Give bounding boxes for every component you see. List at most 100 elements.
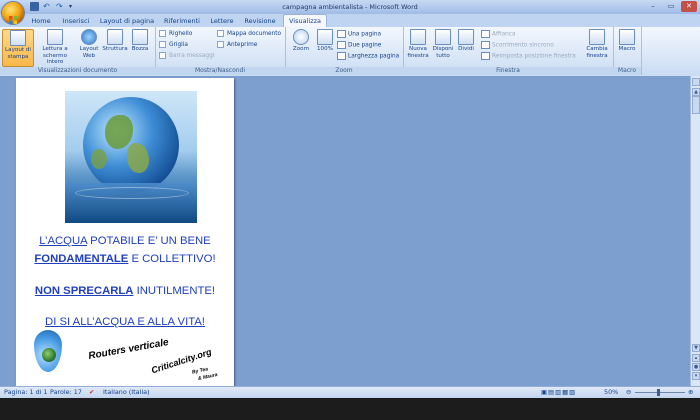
tab-review[interactable]: Revisione [240,15,280,27]
close-button[interactable]: ✕ [681,1,697,12]
window-controls: – ▭ ✕ [645,1,697,12]
maximize-button[interactable]: ▭ [663,1,679,12]
zoom-slider[interactable] [635,392,685,393]
zoom-button[interactable]: Zoom [289,29,313,53]
page-count[interactable]: Pagina: 1 di 1 [4,387,48,398]
zoom-level[interactable]: 50% [604,387,618,398]
scroll-down-icon[interactable]: ▼ [692,344,700,352]
ruler-checkbox[interactable]: Righello [159,30,192,39]
tab-insert[interactable]: Inserisci [58,15,94,27]
group-document-views: Layout di stampa Lettura a schermo inter… [0,27,156,75]
group-window: Nuova finestra Disponi tutto Dividi Affi… [403,27,614,75]
new-window-icon [410,29,426,45]
office-button[interactable] [2,2,24,24]
checkbox-icon [159,52,166,59]
tab-view[interactable]: Visualizza [283,14,327,28]
group-label-show-hide: Mostra/Nascondi [155,67,285,75]
page-width-button[interactable]: Larghezza pagina [337,52,399,61]
ribbon-tabs: Home Inserisci Layout di pagina Riferime… [0,14,700,28]
ruler-toggle-icon[interactable] [692,78,700,86]
split-button[interactable]: Dividi [456,29,476,53]
group-label-views: Visualizzazioni documento [0,67,155,75]
quick-access-toolbar: ↶ ↷ ▾ [28,2,78,12]
arrange-all-icon [435,29,451,45]
previous-page-icon[interactable]: ▴ [692,354,700,362]
reset-position-icon [481,52,490,60]
side-by-side-button[interactable]: Affianca [481,30,516,39]
macros-button[interactable]: Macro [616,29,638,53]
undo-icon[interactable]: ↶ [43,2,52,11]
minimize-button[interactable]: – [645,1,661,12]
one-page-icon [337,30,346,38]
sync-scroll-button[interactable]: Scorrimento sincrono [481,41,554,50]
vertical-scrollbar[interactable]: ▲ ▼ ▴ ● ▾ [690,76,700,386]
group-label-zoom: Zoom [285,67,403,75]
print-layout-button[interactable]: Layout di stampa [2,29,34,67]
zoom-100-icon [317,29,333,45]
one-page-button[interactable]: Una pagina [337,30,381,39]
macros-icon [619,29,635,45]
doc-line-2: FONDAMENTALE E COLLETTIVO! [34,253,216,265]
earth-in-water-image[interactable] [65,91,197,223]
word-count[interactable]: Parole: 17 [50,387,82,398]
tab-references[interactable]: Riferimenti [160,15,204,27]
browse-object-icon[interactable]: ● [692,363,700,371]
reset-window-position-button[interactable]: Reimposta posizione finestra [481,52,576,61]
doc-line-1: L’ACQUA POTABILE E’ UN BENE [39,235,211,247]
scroll-up-icon[interactable]: ▲ [692,88,700,96]
tab-mailings[interactable]: Lettere [207,15,237,27]
tab-home[interactable]: Home [28,15,54,27]
side-by-side-icon [481,30,490,38]
checkbox-icon [217,41,224,48]
group-macro: Macro Macro [613,27,642,75]
switch-windows-button[interactable]: Cambia finestra [583,29,611,59]
zoom-in-icon[interactable]: ⊕ [688,387,693,398]
arrange-all-button[interactable]: Disponi tutto [431,29,455,59]
doc-line-4: DI SI ALL’ACQUA E ALLA VITA! [45,316,205,328]
taskbar-area [0,398,700,420]
document-map-checkbox[interactable]: Mappa documento [217,30,281,39]
print-layout-icon [10,30,26,46]
draft-icon [132,29,148,45]
magnifier-icon [293,29,309,45]
two-pages-button[interactable]: Due pagine [337,41,381,50]
save-icon[interactable] [30,2,39,11]
group-label-macro: Macro [613,67,641,75]
customize-qat-icon[interactable]: ▾ [69,2,78,11]
two-pages-icon [337,41,346,49]
scroll-thumb[interactable] [692,96,700,114]
ribbon: Layout di stampa Lettura a schermo inter… [0,27,700,77]
new-window-button[interactable]: Nuova finestra [405,29,431,59]
zoom-100-button[interactable]: 100% [315,29,335,53]
group-label-window: Finestra [403,67,613,75]
checkbox-icon [159,41,166,48]
draft-button[interactable]: Bozza [130,29,150,53]
language-indicator[interactable]: Italiano (Italia) [103,387,150,398]
view-buttons[interactable]: ▣▤▥▦▧ [541,387,576,398]
zoom-out-icon[interactable]: ⊖ [626,387,631,398]
message-bar-checkbox[interactable]: Barra messaggi [159,52,214,61]
web-layout-icon [81,29,97,45]
web-layout-button[interactable]: Layout Web [78,29,100,59]
outline-button[interactable]: Struttura [102,29,128,53]
checkbox-icon [217,30,224,37]
switch-windows-icon [589,29,605,45]
full-screen-reading-button[interactable]: Lettura a schermo intero [34,29,76,66]
status-bar: Pagina: 1 di 1 Parole: 17 ✔ Italiano (It… [0,386,700,398]
group-zoom: Zoom 100% Una pagina Due pagine Larghezz… [285,27,404,75]
window-title: campagna ambientalista - Microsoft Word [282,3,418,11]
next-page-icon[interactable]: ▾ [692,372,700,380]
sync-scroll-icon [481,41,490,49]
thumbnails-checkbox[interactable]: Anteprime [217,41,257,50]
group-show-hide: Righello Griglia Barra messaggi Mappa do… [155,27,286,75]
gridlines-checkbox[interactable]: Griglia [159,41,188,50]
doc-line-3: NON SPRECARLA INUTILMENTE! [34,285,216,297]
checkbox-icon [159,30,166,37]
outline-icon [107,29,123,45]
redo-icon[interactable]: ↷ [56,2,65,11]
zoom-slider-thumb[interactable] [657,389,660,396]
tab-page-layout[interactable]: Layout di pagina [98,15,156,27]
full-screen-reading-icon [47,29,63,45]
split-icon [458,29,474,45]
proofing-icon[interactable]: ✔ [89,387,94,398]
